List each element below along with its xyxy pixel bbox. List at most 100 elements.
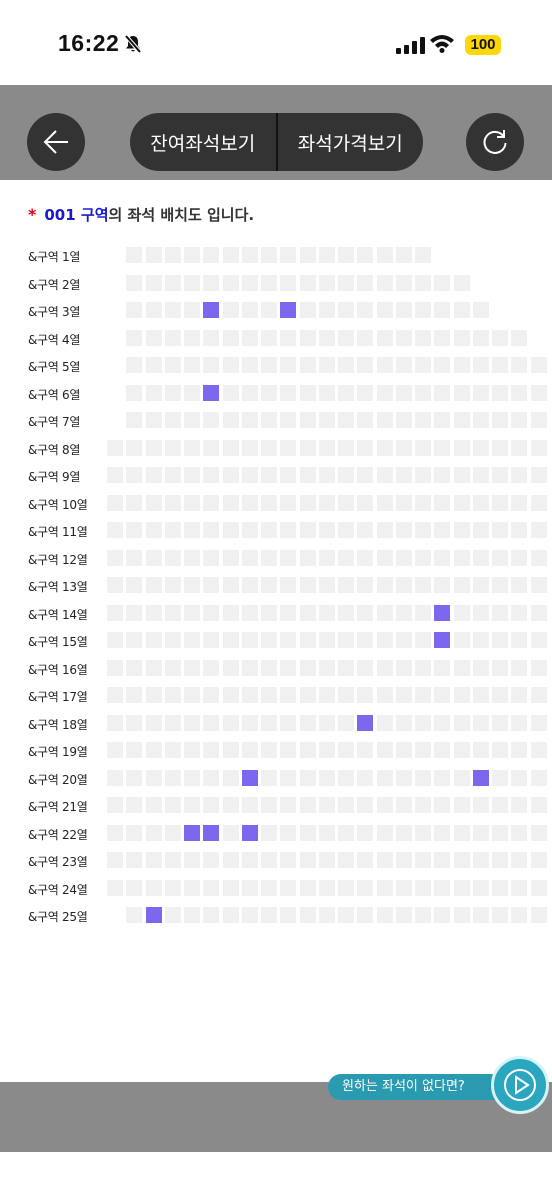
seat: [242, 522, 258, 538]
seat: [184, 440, 200, 456]
refresh-button[interactable]: [466, 113, 524, 171]
seat-price-button[interactable]: 좌석가격보기: [278, 113, 424, 171]
seat: [300, 330, 316, 346]
seat: [473, 330, 489, 346]
seat: [511, 880, 527, 896]
seat: [454, 302, 470, 318]
seat: [415, 275, 431, 291]
seat: [415, 742, 431, 758]
seat: [203, 715, 219, 731]
available-seat[interactable]: [242, 770, 258, 786]
seat: [473, 440, 489, 456]
seat: [396, 605, 412, 621]
seat: [473, 302, 489, 318]
seat: [511, 385, 527, 401]
seat: [184, 412, 200, 428]
available-seat[interactable]: [434, 605, 450, 621]
available-seat[interactable]: [203, 385, 219, 401]
seat: [396, 330, 412, 346]
available-seat[interactable]: [280, 302, 296, 318]
seat: [242, 247, 258, 263]
seat: [165, 522, 181, 538]
seat: [300, 907, 316, 923]
seat: [492, 742, 508, 758]
available-seat[interactable]: [434, 632, 450, 648]
seat: [511, 330, 527, 346]
seat: [146, 302, 162, 318]
row-label: &구역 2열: [28, 277, 81, 292]
seat: [223, 522, 239, 538]
seat: [126, 550, 142, 566]
want-seat-button[interactable]: [491, 1056, 549, 1114]
available-seat[interactable]: [242, 825, 258, 841]
seat: [319, 357, 335, 373]
seat: [261, 660, 277, 676]
seat: [338, 412, 354, 428]
seat: [492, 495, 508, 511]
seat: [396, 797, 412, 813]
row-label: &구역 7열: [28, 415, 81, 429]
available-seat[interactable]: [203, 302, 219, 318]
available-seat[interactable]: [473, 770, 489, 786]
back-button[interactable]: [27, 113, 85, 171]
seat: [473, 357, 489, 373]
seat: [165, 632, 181, 648]
seat: [146, 385, 162, 401]
seat: [203, 357, 219, 373]
seat: [165, 907, 181, 923]
available-seat[interactable]: [357, 715, 373, 731]
seat: [300, 687, 316, 703]
seat: [280, 880, 296, 896]
available-seat[interactable]: [146, 907, 162, 923]
available-seat[interactable]: [203, 825, 219, 841]
status-time: 16:22: [58, 30, 120, 56]
bell-slash-icon: [123, 34, 143, 58]
seat: [300, 412, 316, 428]
seat: [396, 577, 412, 593]
seat: [531, 715, 547, 731]
seat: [126, 385, 142, 401]
seat: [300, 275, 316, 291]
seat: [319, 632, 335, 648]
seat: [280, 605, 296, 621]
seat: [261, 797, 277, 813]
seat: [511, 632, 527, 648]
seat: [338, 385, 354, 401]
seat: [434, 797, 450, 813]
seat-map-heading: * 001 구역의 좌석 배치도 입니다.: [28, 204, 254, 225]
seat: [126, 330, 142, 346]
seat: [261, 687, 277, 703]
seat: [165, 412, 181, 428]
seat: [531, 660, 547, 676]
seat: [454, 660, 470, 676]
seat: [415, 495, 431, 511]
want-seat-banner[interactable]: 원하는 좌석이 없다면?: [328, 1074, 508, 1100]
seat: [203, 852, 219, 868]
seat: [396, 247, 412, 263]
seat: [242, 577, 258, 593]
seat: [434, 687, 450, 703]
seat: [511, 467, 527, 483]
seat: [165, 385, 181, 401]
seat: [203, 275, 219, 291]
seat: [280, 467, 296, 483]
seat: [531, 385, 547, 401]
seat: [319, 302, 335, 318]
seat: [454, 550, 470, 566]
seat: [223, 715, 239, 731]
available-seat[interactable]: [184, 825, 200, 841]
seat: [531, 825, 547, 841]
row-label: &구역 22열: [28, 827, 88, 842]
seat: [473, 660, 489, 676]
row-label: &구역 4열: [28, 332, 81, 347]
seat: [223, 550, 239, 566]
seat: [357, 550, 373, 566]
remaining-seats-button[interactable]: 잔여좌석보기: [130, 113, 276, 171]
seat: [377, 577, 393, 593]
seat: [280, 660, 296, 676]
seat: [511, 687, 527, 703]
seat: [300, 852, 316, 868]
seat: [415, 880, 431, 896]
seat: [126, 770, 142, 786]
seat: [357, 687, 373, 703]
